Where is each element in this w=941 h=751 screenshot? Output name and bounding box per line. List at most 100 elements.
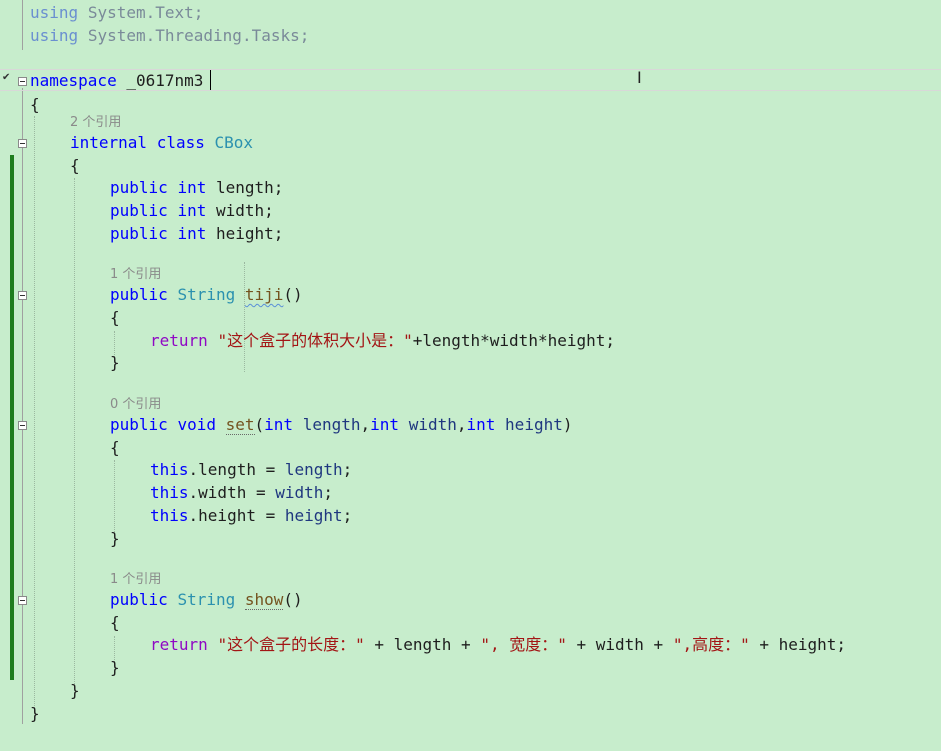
text-caret bbox=[210, 70, 211, 90]
brace: { bbox=[110, 438, 120, 457]
collapse-namespace-icon[interactable] bbox=[18, 77, 27, 86]
keyword-using: using bbox=[30, 26, 79, 45]
comma: , bbox=[360, 415, 371, 434]
indent-guide-namespace bbox=[34, 116, 35, 712]
code-line-set-width[interactable]: this.width = width; bbox=[150, 482, 333, 504]
string-literal: "这个盒子的长度：" bbox=[217, 635, 365, 654]
field-width: width; bbox=[215, 201, 274, 220]
member-assign: .width = bbox=[188, 483, 276, 502]
code-line-tiji-return[interactable]: return "这个盒子的体积大小是："+length*width*height… bbox=[150, 330, 615, 352]
param-ref: width bbox=[275, 483, 324, 502]
keyword-public: public bbox=[110, 178, 168, 197]
outline-line-namespace bbox=[22, 88, 23, 724]
code-line-field-length[interactable]: public int length; bbox=[110, 177, 283, 199]
code-line-set-height[interactable]: this.height = height; bbox=[150, 505, 352, 527]
code-line-tiji-open[interactable]: { bbox=[110, 307, 120, 329]
indent-guide-set bbox=[114, 460, 115, 538]
concat-expression: + width + bbox=[566, 635, 673, 654]
type-string: String bbox=[177, 285, 236, 304]
paren-open: ( bbox=[254, 415, 265, 434]
param-length: length bbox=[302, 415, 361, 434]
keyword-this: this bbox=[150, 506, 189, 525]
using-namespace: System.Text; bbox=[87, 3, 204, 22]
ibeam-cursor-icon: I bbox=[637, 68, 642, 87]
keyword-public: public bbox=[110, 285, 168, 304]
code-line-set-length[interactable]: this.length = length; bbox=[150, 459, 352, 481]
code-line-show-close[interactable]: } bbox=[110, 657, 120, 679]
keyword-int: int bbox=[370, 415, 400, 434]
codelens-tiji-refs[interactable]: 1 个引用 bbox=[110, 266, 161, 284]
param-height: height bbox=[505, 415, 563, 434]
parens: () bbox=[283, 590, 303, 609]
code-line-using-text[interactable]: using System.Text; bbox=[30, 2, 203, 24]
code-line-ns-open[interactable]: { bbox=[30, 94, 40, 116]
code-line-set-open[interactable]: { bbox=[110, 437, 120, 459]
method-set: set bbox=[225, 415, 255, 435]
type-string: String bbox=[177, 590, 236, 609]
keyword-void: void bbox=[177, 415, 216, 434]
volume-expression: +length*width*height; bbox=[412, 331, 616, 350]
code-line-tiji-decl[interactable]: public String tiji() bbox=[110, 284, 303, 306]
code-line-set-close[interactable]: } bbox=[110, 528, 120, 550]
code-line-using-tasks[interactable]: using System.Threading.Tasks; bbox=[30, 25, 309, 47]
keyword-class: class bbox=[156, 133, 205, 152]
brace: { bbox=[70, 156, 80, 175]
codelens-show-refs[interactable]: 1 个引用 bbox=[110, 571, 161, 589]
code-line-class-open[interactable]: { bbox=[70, 155, 80, 177]
member-assign: .length = bbox=[188, 460, 285, 479]
code-editor[interactable]: ✔ using System.Text; using System.Thread… bbox=[0, 0, 941, 751]
brace: } bbox=[70, 681, 80, 700]
code-line-show-open[interactable]: { bbox=[110, 612, 120, 634]
keyword-int: int bbox=[177, 178, 207, 197]
brace: { bbox=[110, 308, 120, 327]
concat-expression: + length + bbox=[364, 635, 481, 654]
keyword-public: public bbox=[110, 201, 168, 220]
keyword-int: int bbox=[177, 201, 207, 220]
brace: } bbox=[110, 529, 120, 548]
keyword-namespace: namespace bbox=[30, 71, 117, 90]
field-length: length; bbox=[215, 178, 284, 197]
semicolon: ; bbox=[342, 506, 353, 525]
collapse-show-icon[interactable] bbox=[18, 596, 27, 605]
collapse-class-icon[interactable] bbox=[18, 139, 27, 148]
string-literal: ",高度：" bbox=[672, 635, 750, 654]
concat-expression: + height; bbox=[749, 635, 847, 654]
codelens-class-refs[interactable]: 2 个引用 bbox=[70, 114, 121, 132]
keyword-public: public bbox=[110, 590, 168, 609]
method-tiji: tiji bbox=[244, 285, 284, 304]
codelens-set-refs[interactable]: 0 个引用 bbox=[110, 396, 161, 414]
brace: { bbox=[110, 613, 120, 632]
code-line-field-height[interactable]: public int height; bbox=[110, 223, 283, 245]
brace: } bbox=[110, 353, 120, 372]
collapse-set-icon[interactable] bbox=[18, 421, 27, 430]
scroll-marker-icon: ✔ bbox=[2, 72, 11, 83]
keyword-public: public bbox=[110, 415, 168, 434]
method-show: show bbox=[244, 590, 284, 610]
semicolon: ; bbox=[342, 460, 353, 479]
code-line-ns-close[interactable]: } bbox=[30, 703, 40, 725]
param-width: width bbox=[408, 415, 457, 434]
comma: , bbox=[456, 415, 467, 434]
keyword-public: public bbox=[110, 224, 168, 243]
code-line-namespace[interactable]: namespace _0617nm3 bbox=[30, 70, 203, 92]
paren-close: ) bbox=[562, 415, 573, 434]
member-assign: .height = bbox=[188, 506, 285, 525]
change-indicator-bar bbox=[10, 155, 14, 680]
code-line-show-return[interactable]: return "这个盒子的长度：" + length + ", 宽度：" + w… bbox=[150, 634, 846, 656]
string-literal: "这个盒子的体积大小是：" bbox=[217, 331, 413, 350]
code-line-tiji-close[interactable]: } bbox=[110, 352, 120, 374]
code-line-class-decl[interactable]: internal class CBox bbox=[70, 132, 253, 154]
indent-guide-extra bbox=[244, 262, 245, 372]
code-line-field-width[interactable]: public int width; bbox=[110, 200, 274, 222]
collapse-tiji-icon[interactable] bbox=[18, 291, 27, 300]
parens: () bbox=[283, 285, 303, 304]
param-ref: length bbox=[284, 460, 343, 479]
field-height: height; bbox=[215, 224, 284, 243]
code-line-set-decl[interactable]: public void set(int length,int width,int… bbox=[110, 414, 572, 436]
code-line-class-close[interactable]: } bbox=[70, 680, 80, 702]
indent-guide-class bbox=[74, 178, 75, 688]
keyword-this: this bbox=[150, 483, 189, 502]
brace: } bbox=[110, 658, 120, 677]
keyword-internal: internal bbox=[70, 133, 148, 152]
code-line-show-decl[interactable]: public String show() bbox=[110, 589, 303, 611]
